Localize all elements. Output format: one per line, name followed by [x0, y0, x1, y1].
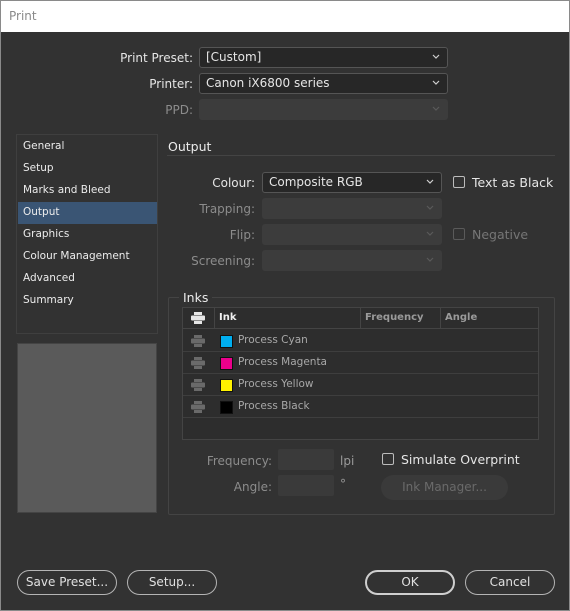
print-preset-label: Print Preset:	[120, 51, 193, 65]
sidebar-item-label: Graphics	[23, 228, 70, 240]
colour-label: Colour:	[212, 176, 255, 190]
negative-label: Negative	[472, 227, 529, 242]
screening-select[interactable]	[262, 250, 442, 271]
simulate-overprint-checkbox[interactable]	[382, 453, 394, 465]
sidebar-item-advanced[interactable]: Advanced	[18, 268, 157, 290]
print-preset-select[interactable]: [Custom]	[199, 47, 448, 68]
sidebar-item-label: Marks and Bleed	[23, 184, 111, 196]
frequency-label: Frequency:	[206, 454, 272, 468]
sidebar-item-summary[interactable]: Summary	[18, 290, 157, 312]
print-preset-value: [Custom]	[206, 50, 262, 64]
ink-name: Process Yellow	[238, 378, 314, 390]
chevron-down-icon	[425, 254, 435, 264]
ink-swatch	[220, 335, 233, 348]
ink-name: Process Black	[238, 400, 310, 412]
sidebar-item-setup[interactable]: Setup	[18, 158, 157, 180]
print-icon[interactable]	[191, 401, 205, 416]
chevron-down-icon	[425, 228, 435, 238]
text-as-black-label: Text as Black	[472, 175, 554, 190]
frequency-column-header[interactable]: Frequency	[361, 308, 428, 328]
negative-checkbox[interactable]	[453, 228, 465, 240]
chevron-down-icon	[431, 77, 441, 87]
print-icon[interactable]	[191, 357, 205, 372]
print-icon[interactable]	[191, 335, 205, 350]
setup-button[interactable]: Setup...	[127, 570, 217, 595]
title-bar: Print	[1, 1, 569, 32]
angle-column-header[interactable]: Angle	[441, 308, 481, 328]
print-dialog: Print Print Preset: [Custom] Printer: Ca…	[0, 0, 570, 611]
ink-swatch	[220, 379, 233, 392]
chevron-down-icon	[425, 176, 435, 186]
simulate-overprint-label: Simulate Overprint	[401, 452, 520, 467]
sidebar-item-general[interactable]: General	[18, 136, 157, 158]
section-title: Output	[168, 139, 212, 154]
sidebar-item-marks-and-bleed[interactable]: Marks and Bleed	[18, 180, 157, 202]
angle-input[interactable]	[278, 475, 334, 496]
frequency-unit: lpi	[340, 454, 355, 468]
sidebar-item-label: General	[23, 140, 65, 152]
printer-value: Canon iX6800 series	[206, 76, 330, 90]
frequency-input[interactable]	[278, 449, 334, 470]
sidebar-item-label: Setup	[23, 162, 54, 174]
ink-column-header[interactable]: Ink	[215, 308, 241, 328]
angle-label: Angle:	[233, 480, 272, 494]
save-preset-button[interactable]: Save Preset...	[17, 570, 117, 595]
category-list: General Setup Marks and Bleed Output Gra…	[16, 134, 158, 334]
angle-unit: °	[340, 477, 346, 491]
ppd-label: PPD:	[165, 103, 193, 117]
window-title: Print	[9, 9, 37, 23]
ink-row[interactable]: Process Yellow	[183, 374, 538, 396]
ink-row[interactable]: Process Cyan	[183, 330, 538, 352]
page-preview	[17, 343, 157, 513]
cancel-button[interactable]: Cancel	[465, 570, 555, 595]
inks-group-title: Inks	[179, 290, 213, 305]
chevron-down-icon	[425, 202, 435, 212]
sidebar-item-graphics[interactable]: Graphics	[18, 224, 157, 246]
ink-row[interactable]: Process Magenta	[183, 352, 538, 374]
sidebar-item-label: Summary	[23, 294, 74, 306]
flip-label: Flip:	[229, 228, 255, 242]
ink-manager-button[interactable]: Ink Manager...	[381, 475, 508, 500]
section-divider	[167, 155, 555, 156]
sidebar-item-output[interactable]: Output	[18, 202, 157, 224]
sidebar-item-colour-management[interactable]: Colour Management	[18, 246, 157, 268]
printer-label: Printer:	[149, 77, 193, 91]
trapping-label: Trapping:	[199, 202, 255, 216]
sidebar-item-label: Output	[23, 206, 60, 218]
printer-select[interactable]: Canon iX6800 series	[199, 73, 448, 94]
ink-row[interactable]: Process Black	[183, 396, 538, 418]
inks-table: Ink Frequency Angle Process Cyan Process…	[182, 307, 539, 440]
print-icon[interactable]	[191, 379, 205, 394]
trapping-select[interactable]	[262, 198, 442, 219]
colour-value: Composite RGB	[269, 175, 363, 189]
screening-label: Screening:	[191, 254, 255, 268]
chevron-down-icon	[431, 51, 441, 61]
flip-select[interactable]	[262, 224, 442, 245]
ink-name: Process Cyan	[238, 334, 308, 346]
chevron-down-icon	[431, 103, 441, 113]
ppd-select[interactable]	[199, 99, 448, 120]
ink-swatch	[220, 401, 233, 414]
ink-swatch	[220, 357, 233, 370]
colour-select[interactable]: Composite RGB	[262, 172, 442, 193]
ink-name: Process Magenta	[238, 356, 327, 368]
print-icon[interactable]	[191, 312, 205, 327]
sidebar-item-label: Advanced	[23, 272, 75, 284]
sidebar-item-label: Colour Management	[23, 250, 130, 262]
inks-table-header: Ink Frequency Angle	[183, 308, 538, 329]
ok-button[interactable]: OK	[365, 570, 455, 595]
text-as-black-checkbox[interactable]	[453, 176, 465, 188]
